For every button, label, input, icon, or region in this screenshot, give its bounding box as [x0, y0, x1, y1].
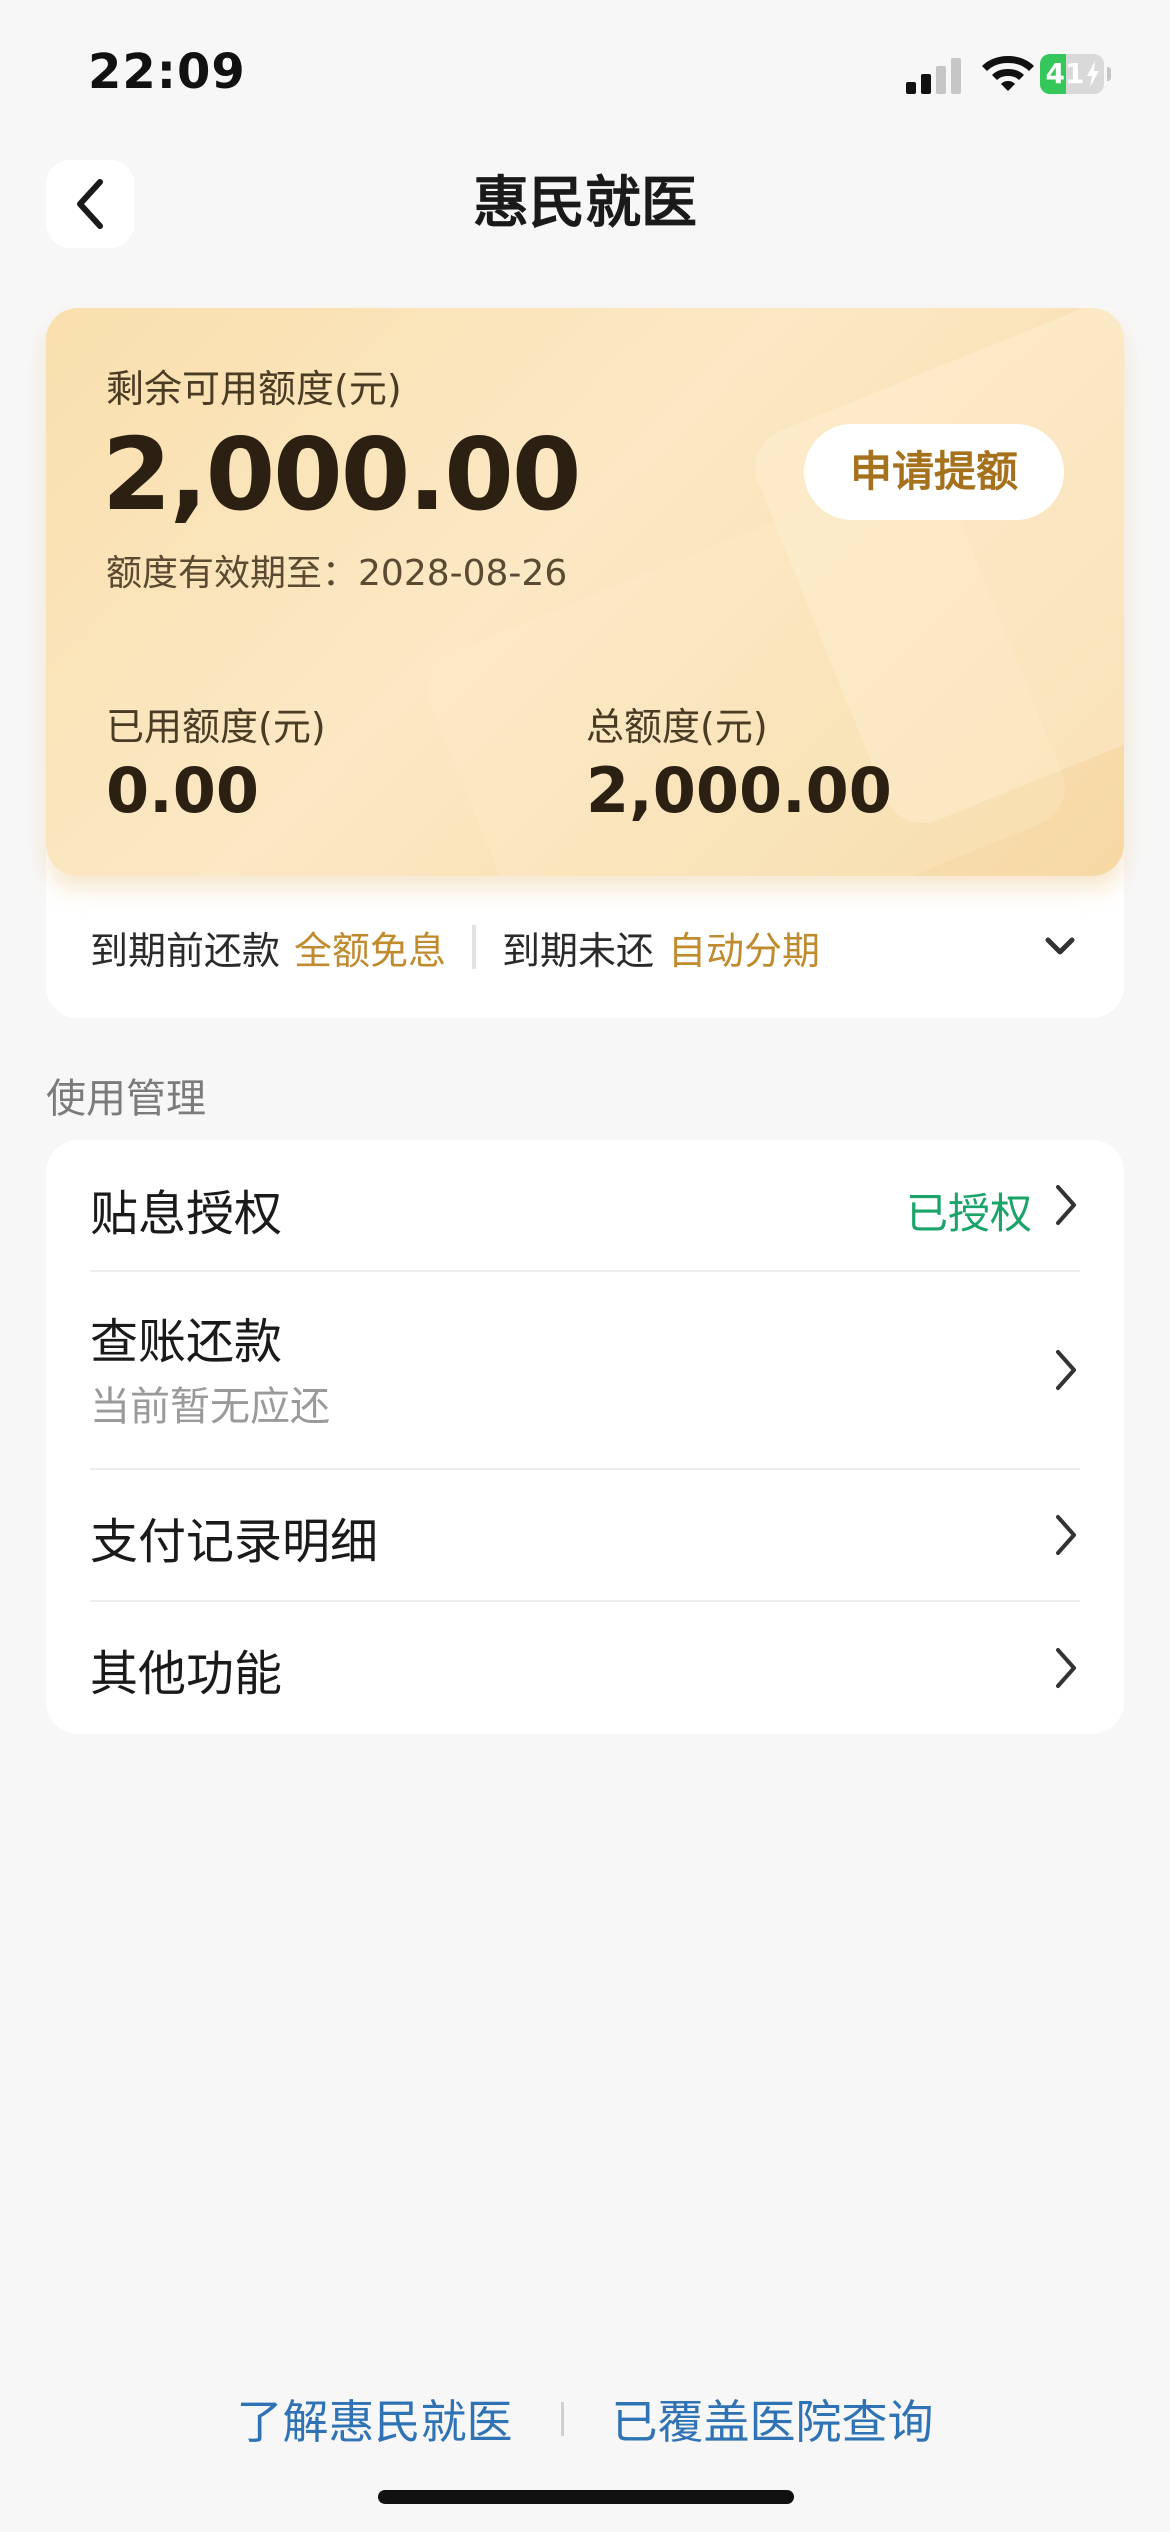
chevron-right-icon: [1056, 1515, 1076, 1555]
section-title-management: 使用管理: [46, 1076, 206, 1122]
chevron-right-icon: [1056, 1185, 1076, 1225]
status-time: 22:09: [88, 44, 246, 100]
home-indicator: [378, 2490, 794, 2504]
before-due-value: 全额免息: [294, 928, 447, 973]
total-credit-amount: 2,000.00: [586, 754, 892, 827]
wifi-icon: [982, 56, 1034, 91]
menu-item-label: 支付记录明细: [90, 1514, 379, 1570]
after-due-label: 到期未还: [502, 928, 655, 973]
battery-percent: 41: [1045, 57, 1085, 90]
page-title: 惠民就医: [473, 171, 697, 236]
charging-bolt-icon: [1087, 61, 1099, 87]
apply-credit-increase-button[interactable]: 申请提额: [804, 424, 1064, 520]
footer-links: 了解惠民就医 已覆盖医院查询: [0, 2384, 1170, 2454]
battery-icon: 41: [1040, 54, 1112, 94]
menu-item-interest-subsidy-auth[interactable]: 贴息授权 已授权: [46, 1140, 1124, 1270]
total-credit-label: 总额度(元): [586, 705, 768, 749]
menu-item-label: 查账还款: [90, 1314, 283, 1370]
repayment-terms-row[interactable]: 到期前还款 全额免息 到期未还 自动分期: [46, 876, 1124, 1018]
credit-expiry: 额度有效期至：2028-08-26: [106, 544, 567, 596]
menu-item-payment-records[interactable]: 支付记录明细: [46, 1470, 1124, 1600]
menu-item-label: 贴息授权: [90, 1186, 283, 1242]
menu-item-bill-repayment[interactable]: 查账还款 当前暂无应还: [46, 1272, 1124, 1468]
footer-divider: [560, 2402, 564, 2436]
cellular-signal-icon: [906, 54, 962, 94]
used-credit-amount: 0.00: [106, 754, 259, 827]
management-menu: 贴息授权 已授权 查账还款 当前暂无应还 支付记录明细 其他功能: [46, 1140, 1124, 1734]
menu-item-subtitle: 当前暂无应还: [90, 1384, 330, 1430]
remaining-credit-amount: 2,000.00: [102, 416, 581, 533]
expiry-label: 额度有效期至：: [106, 553, 359, 594]
covered-hospitals-link[interactable]: 已覆盖医院查询: [612, 2386, 934, 2452]
chevron-down-icon[interactable]: [1040, 926, 1080, 966]
chevron-right-icon: [1056, 1350, 1076, 1390]
remaining-credit-label: 剩余可用额度(元): [106, 367, 402, 411]
credit-card: 剩余可用额度(元) 2,000.00 额度有效期至：2028-08-26 申请提…: [46, 308, 1124, 876]
about-link[interactable]: 了解惠民就医: [237, 2386, 513, 2452]
used-credit-label: 已用额度(元): [106, 705, 326, 749]
credit-panel: 剩余可用额度(元) 2,000.00 额度有效期至：2028-08-26 申请提…: [46, 308, 1124, 1018]
menu-item-other-functions[interactable]: 其他功能: [46, 1602, 1124, 1734]
expiry-date: 2028-08-26: [358, 553, 568, 594]
status-bar: 22:09 41: [0, 0, 1170, 150]
menu-item-label: 其他功能: [90, 1646, 283, 1702]
repayment-divider: [472, 925, 477, 969]
authorized-status: 已授权: [905, 1189, 1032, 1238]
after-due-value: 自动分期: [668, 928, 821, 973]
before-due-label: 到期前还款: [90, 928, 281, 973]
chevron-right-icon: [1056, 1648, 1076, 1688]
